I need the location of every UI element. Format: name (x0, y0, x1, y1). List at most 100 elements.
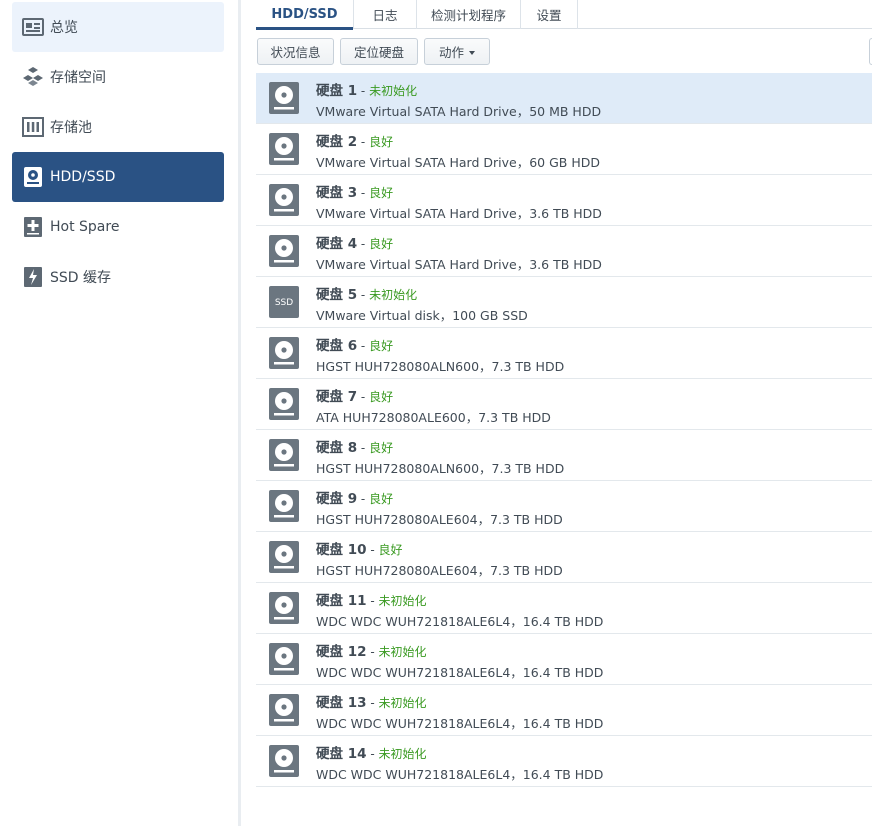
disk-row[interactable]: 硬盘 7 - 良好 ATA HUH728080ALE600，7.3 TB HDD (256, 379, 872, 430)
tab-label: 检测计划程序 (430, 8, 506, 23)
hdd-icon (269, 694, 299, 726)
disk-title: 硬盘 8 - 良好 (316, 436, 393, 456)
disk-status: 未初始化 (369, 84, 418, 98)
sidebar-item-label: SSD 缓存 (50, 270, 112, 286)
hdd-icon (269, 745, 299, 777)
disk-row[interactable]: 硬盘 10 - 良好 HGST HUH728080ALE604，7.3 TB HD… (256, 532, 872, 583)
tab-hdd-ssd[interactable]: HDD/SSD (256, 0, 354, 30)
hdd-icon (269, 439, 299, 471)
disk-row[interactable]: 硬盘 1 - 未初始化 VMware Virtual SATA Hard Driv… (256, 73, 872, 124)
disk-status-separator: - (357, 492, 370, 506)
ssd-icon: SSD (269, 286, 299, 318)
disk-title: 硬盘 5 - 未初始化 (316, 283, 417, 303)
disk-status-separator: - (357, 339, 370, 353)
disk-title: 硬盘 9 - 良好 (316, 487, 393, 507)
health-info-button[interactable]: 状况信息 (257, 38, 334, 65)
disk-status-separator: - (357, 186, 370, 200)
tab-settings[interactable]: 设置 (521, 0, 578, 29)
locate-disk-button[interactable]: 定位硬盘 (340, 38, 418, 65)
disk-title: 硬盘 3 - 良好 (316, 181, 393, 201)
disk-row[interactable]: 硬盘 6 - 良好 HGST HUH728080ALN600，7.3 TB HDD (256, 328, 872, 379)
sidebar-item-label: 存储池 (50, 120, 92, 136)
hdd-icon (269, 490, 299, 522)
hdd-icon (269, 82, 299, 114)
storage-pool-icon (22, 116, 44, 138)
disk-name: 硬盘 7 (316, 389, 358, 405)
disk-status: 良好 (369, 339, 394, 353)
sidebar-item-overview[interactable]: 总览 (12, 2, 224, 52)
sidebar-item-hdd-ssd[interactable]: HDD/SSD (12, 152, 224, 202)
sidebar-item-ssd-cache[interactable]: SSD 缓存 (12, 252, 224, 302)
disk-model: WDC WDC WUH721818ALE6L4，16.4 TB HDD (316, 716, 604, 731)
disk-name: 硬盘 13 (316, 695, 367, 711)
disk-row[interactable]: 硬盘 8 - 良好 HGST HUH728080ALN600，7.3 TB HDD (256, 430, 872, 481)
sidebar-item-label: 存储空间 (50, 70, 106, 86)
tab-test-scheduler[interactable]: 检测计划程序 (417, 0, 521, 29)
disk-status: 良好 (369, 390, 394, 404)
sidebar-item-label: HDD/SSD (50, 169, 116, 185)
disk-model: HGST HUH728080ALN600，7.3 TB HDD (316, 359, 565, 374)
disk-status-separator: - (366, 594, 379, 608)
hdd-icon (269, 541, 299, 573)
disk-row[interactable]: 硬盘 2 - 良好 VMware Virtual SATA Hard Drive，… (256, 124, 872, 175)
overview-icon (22, 16, 44, 38)
disk-model: WDC WDC WUH721818ALE6L4，16.4 TB HDD (316, 614, 604, 629)
sidebar-item-hot-spare[interactable]: Hot Spare (12, 202, 224, 252)
disk-status-separator: - (357, 84, 370, 98)
action-dropdown-button[interactable]: 动作 (424, 38, 490, 65)
disk-name: 硬盘 12 (316, 644, 367, 660)
disk-model: WDC WDC WUH721818ALE6L4，16.4 TB HDD (316, 665, 604, 680)
storage-space-icon (22, 66, 44, 88)
disk-status-separator: - (357, 441, 370, 455)
hdd-icon (269, 133, 299, 165)
disk-name: 硬盘 3 (316, 185, 358, 201)
disk-model: VMware Virtual SATA Hard Drive，60 GB HDD (316, 155, 600, 170)
hdd-icon (269, 643, 299, 675)
disk-status-separator: - (357, 288, 370, 302)
disk-row[interactable]: 硬盘 9 - 良好 HGST HUH728080ALE604，7.3 TB HDD (256, 481, 872, 532)
ssd-cache-icon (22, 266, 44, 288)
disk-row[interactable]: 硬盘 13 - 未初始化 WDC WDC WUH721818ALE6L4，16.4… (256, 685, 872, 736)
disk-title: 硬盘 1 - 未初始化 (316, 79, 417, 99)
disk-row[interactable]: 硬盘 12 - 未初始化 WDC WDC WUH721818ALE6L4，16.4… (256, 634, 872, 685)
hdd-ssd-icon (22, 166, 44, 188)
disk-status-separator: - (366, 696, 379, 710)
disk-row[interactable]: 硬盘 3 - 良好 VMware Virtual SATA Hard Drive，… (256, 175, 872, 226)
disk-model: WDC WDC WUH721818ALE6L4，16.4 TB HDD (316, 767, 604, 782)
disk-row[interactable]: 硬盘 11 - 未初始化 WDC WDC WUH721818ALE6L4，16.4… (256, 583, 872, 634)
disk-status: 未初始化 (369, 288, 418, 302)
disk-name: 硬盘 14 (316, 746, 367, 762)
disk-row[interactable]: 硬盘 4 - 良好 VMware Virtual SATA Hard Drive，… (256, 226, 872, 277)
disk-row[interactable]: SSD 硬盘 5 - 未初始化 VMware Virtual disk，100 GB… (256, 277, 872, 328)
disk-title: 硬盘 6 - 良好 (316, 334, 393, 354)
tab-label: HDD/SSD (271, 7, 338, 22)
sidebar: 总览 存储空间 存储池 HDD/SSD Hot Spare SSD 缓存 (0, 0, 238, 826)
sidebar-divider (238, 0, 241, 826)
tab-label: 设置 (536, 8, 562, 23)
disk-name: 硬盘 5 (316, 287, 358, 303)
disk-list: 硬盘 1 - 未初始化 VMware Virtual SATA Hard Driv… (256, 73, 872, 787)
disk-name: 硬盘 8 (316, 440, 358, 456)
sidebar-item-storage-space[interactable]: 存储空间 (12, 52, 224, 102)
disk-model: ATA HUH728080ALE600，7.3 TB HDD (316, 410, 551, 425)
disk-status-separator: - (357, 237, 370, 251)
disk-title: 硬盘 2 - 良好 (316, 130, 393, 150)
disk-name: 硬盘 1 (316, 83, 358, 99)
sidebar-item-storage-pool[interactable]: 存储池 (12, 102, 224, 152)
disk-name: 硬盘 6 (316, 338, 358, 354)
disk-name: 硬盘 2 (316, 134, 358, 150)
disk-status-separator: - (366, 747, 379, 761)
disk-status: 良好 (378, 543, 403, 557)
locate-disk-label: 定位硬盘 (353, 45, 404, 60)
disk-model: VMware Virtual SATA Hard Drive，3.6 TB HD… (316, 257, 602, 272)
tab-log[interactable]: 日志 (354, 0, 417, 29)
disk-title: 硬盘 13 - 未初始化 (316, 691, 426, 711)
health-info-label: 状况信息 (270, 45, 321, 60)
disk-title: 硬盘 10 - 良好 (316, 538, 402, 558)
disk-status: 良好 (369, 186, 394, 200)
disk-row[interactable]: 硬盘 14 - 未初始化 WDC WDC WUH721818ALE6L4，16.4… (256, 736, 872, 787)
disk-status: 未初始化 (378, 594, 427, 608)
disk-status-separator: - (357, 390, 370, 404)
disk-name: 硬盘 4 (316, 236, 358, 252)
disk-model: VMware Virtual disk，100 GB SSD (316, 308, 528, 323)
